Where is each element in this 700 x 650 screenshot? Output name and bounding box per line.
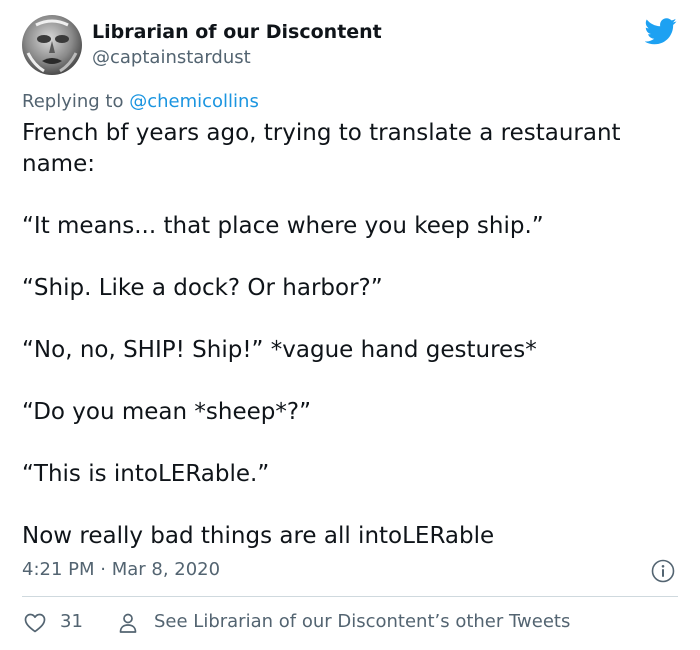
reply-mention-link[interactable]: @chemicollins — [129, 91, 259, 112]
person-icon — [119, 613, 137, 633]
tweet-paragraph: “Ship. Like a dock? Or harbor?” — [22, 275, 383, 301]
tweet-paragraph: French bf years ago, trying to translate… — [22, 120, 621, 177]
avatar[interactable] — [22, 15, 82, 75]
tweet-paragraph: “It means... that place where you keep s… — [22, 213, 544, 239]
tweet-paragraph: “No, no, SHIP! Ship!” *vague hand gestur… — [22, 337, 537, 363]
other-tweets-label: See Librarian of our Discontent’s other … — [154, 611, 571, 632]
tweet-text: French bf years ago, trying to translate… — [22, 118, 682, 552]
author-display-name[interactable]: Librarian of our Discontent — [92, 21, 382, 43]
tweet-card: Librarian of our Discontent @captainstar… — [0, 0, 700, 650]
tweet-paragraph: “Do you mean *sheep*?” — [22, 399, 311, 425]
info-icon[interactable] — [651, 559, 675, 583]
reply-context: Replying to @chemicollins — [22, 91, 259, 112]
author-handle[interactable]: @captainstardust — [92, 47, 251, 68]
like-count: 31 — [60, 611, 83, 632]
tweet-paragraph: “This is intoLERable.” — [22, 461, 270, 487]
heart-icon — [24, 613, 46, 633]
twitter-bird-icon[interactable] — [644, 18, 677, 45]
divider — [22, 596, 678, 597]
reply-prefix: Replying to — [22, 91, 124, 112]
tweet-paragraph: Now really bad things are all intoLERabl… — [22, 523, 495, 549]
tweet-timestamp[interactable]: 4:21 PM · Mar 8, 2020 — [22, 559, 220, 580]
